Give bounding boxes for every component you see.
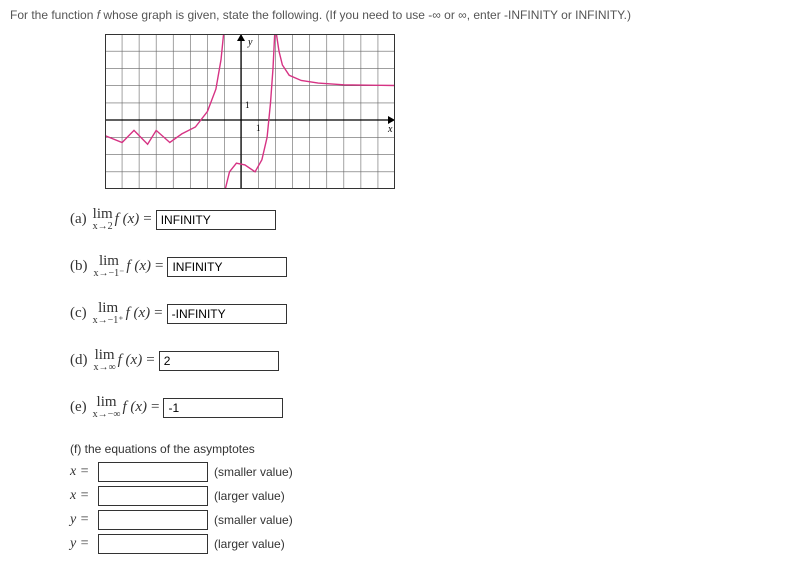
asym-x-larger-input[interactable] [98,486,208,506]
x-axis-label: x [387,124,393,135]
answer-b-input[interactable] [167,257,287,277]
problem-e: (e) lim x→−∞ f (x) = [70,395,782,420]
limit-a: lim x→2 [93,207,113,232]
problem-b: (b) lim x→−1⁻ f (x) = [70,254,782,279]
answer-c-input[interactable] [167,304,287,324]
limit-c: lim x→−1⁺ [93,301,124,326]
letter-b: (b) [70,258,88,275]
answer-e-input[interactable] [163,398,283,418]
function-graph: y x 1 1 [105,34,395,189]
problem-d: (d) lim x→∞ f (x) = [70,348,782,373]
tick-y-1: 1 [245,100,250,110]
problem-c: (c) lim x→−1⁺ f (x) = [70,301,782,326]
letter-a: (a) [70,211,87,228]
asym-x-smaller-input[interactable] [98,462,208,482]
problem-a: (a) lim x→2 f (x) = [70,207,782,232]
letter-c: (c) [70,305,87,322]
tick-x-1: 1 [256,123,261,133]
asymptote-row-y-smaller: y = (smaller value) [70,510,782,530]
letter-d: (d) [70,352,88,369]
intro-text: For the function f whose graph is given,… [10,8,782,22]
limit-e: lim x→−∞ [93,395,121,420]
asym-y-larger-input[interactable] [98,534,208,554]
letter-e: (e) [70,399,87,416]
asymptote-row-x-larger: x = (larger value) [70,486,782,506]
y-axis-label: y [247,37,253,48]
limit-d: lim x→∞ [94,348,116,373]
answer-a-input[interactable] [156,210,276,230]
asymptote-row-y-larger: y = (larger value) [70,534,782,554]
asymptotes-section: (f) the equations of the asymptotes x = … [70,442,782,554]
asym-y-smaller-input[interactable] [98,510,208,530]
answer-d-input[interactable] [159,351,279,371]
graph-container: y x 1 1 [105,34,782,189]
limit-b: lim x→−1⁻ [94,254,125,279]
asymptote-row-x-smaller: x = (smaller value) [70,462,782,482]
asymptotes-title: (f) the equations of the asymptotes [70,442,782,456]
